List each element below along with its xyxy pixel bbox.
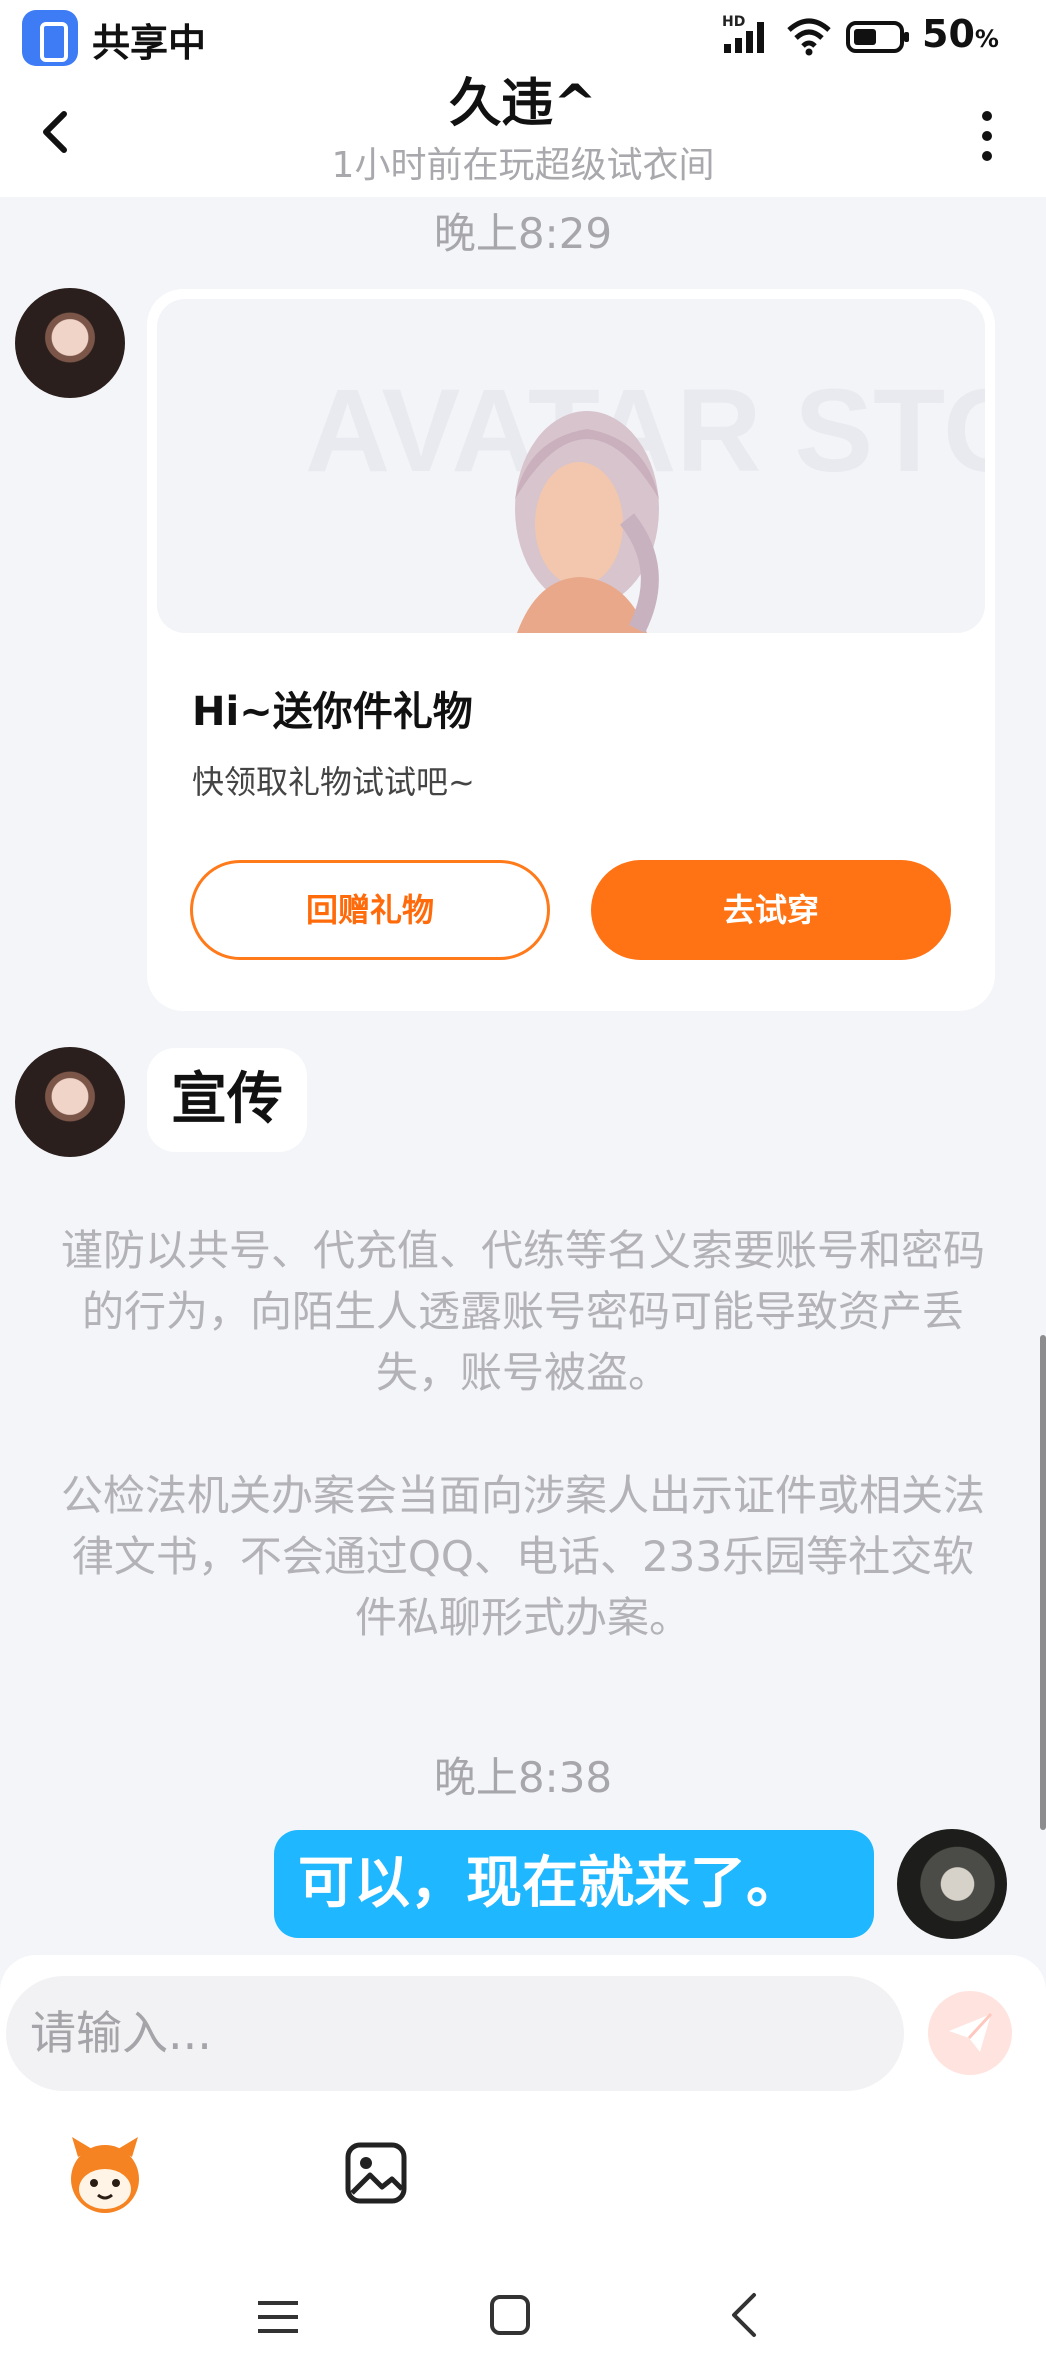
gift-banner: AVATAR STORE: [157, 299, 985, 633]
battery-icon: [846, 21, 909, 53]
send-button[interactable]: [928, 1991, 1012, 2075]
image-icon[interactable]: [344, 2141, 408, 2205]
chat-title: 久违^: [449, 74, 597, 134]
signal-icon: [724, 22, 764, 53]
battery-level: 50%: [922, 12, 999, 56]
avatar[interactable]: [15, 288, 125, 398]
composer: 请输入...: [0, 1955, 1046, 2377]
chat-header: 久违^ 1小时前在玩超级试衣间: [0, 72, 1046, 197]
timestamp: 晚上8:38: [433, 1753, 613, 1802]
share-status-label: 共享中: [92, 21, 207, 65]
nav-menu-icon[interactable]: [256, 2295, 300, 2339]
message-input[interactable]: 请输入...: [6, 1976, 904, 2091]
status-bar: 共享中 HD 50%: [0, 0, 1046, 72]
gift-title: Hi~送你件礼物: [192, 689, 473, 735]
scrollbar[interactable]: [1040, 1335, 1046, 1830]
send-icon: [949, 2012, 993, 2052]
chat-subtitle: 1小时前在玩超级试衣间: [331, 145, 715, 186]
security-notice: 谨防以共号、代充值、代练等名义索要账号和密码的行为，向陌生人透露账号密码可能导致…: [60, 1226, 985, 1397]
more-vertical-icon[interactable]: [972, 106, 1002, 166]
gift-card[interactable]: AVATAR STORE Hi~送你件礼物 快领取礼物试试吧~ 回赠礼物 去试穿: [147, 289, 995, 1011]
screen-share-icon: [22, 10, 78, 66]
wifi-icon: [787, 18, 831, 56]
avatar[interactable]: [897, 1829, 1007, 1939]
emoji-icon[interactable]: [64, 2133, 146, 2215]
return-gift-button[interactable]: 回赠礼物: [190, 860, 550, 960]
nav-back-icon[interactable]: [726, 2291, 762, 2339]
timestamp: 晚上8:29: [433, 209, 613, 258]
gift-subtitle: 快领取礼物试试吧~: [192, 763, 475, 801]
outgoing-message-bubble[interactable]: 可以，现在就来了。: [274, 1830, 874, 1938]
incoming-message-bubble[interactable]: 宣传: [147, 1048, 307, 1152]
avatar[interactable]: [15, 1047, 125, 1157]
nav-home-icon[interactable]: [488, 2293, 532, 2337]
try-on-button[interactable]: 去试穿: [591, 860, 951, 960]
security-notice: 公检法机关办案会当面向涉案人出示证件或相关法律文书，不会通过QQ、电话、233乐…: [60, 1471, 985, 1642]
avatar-figure-image: [515, 411, 659, 633]
